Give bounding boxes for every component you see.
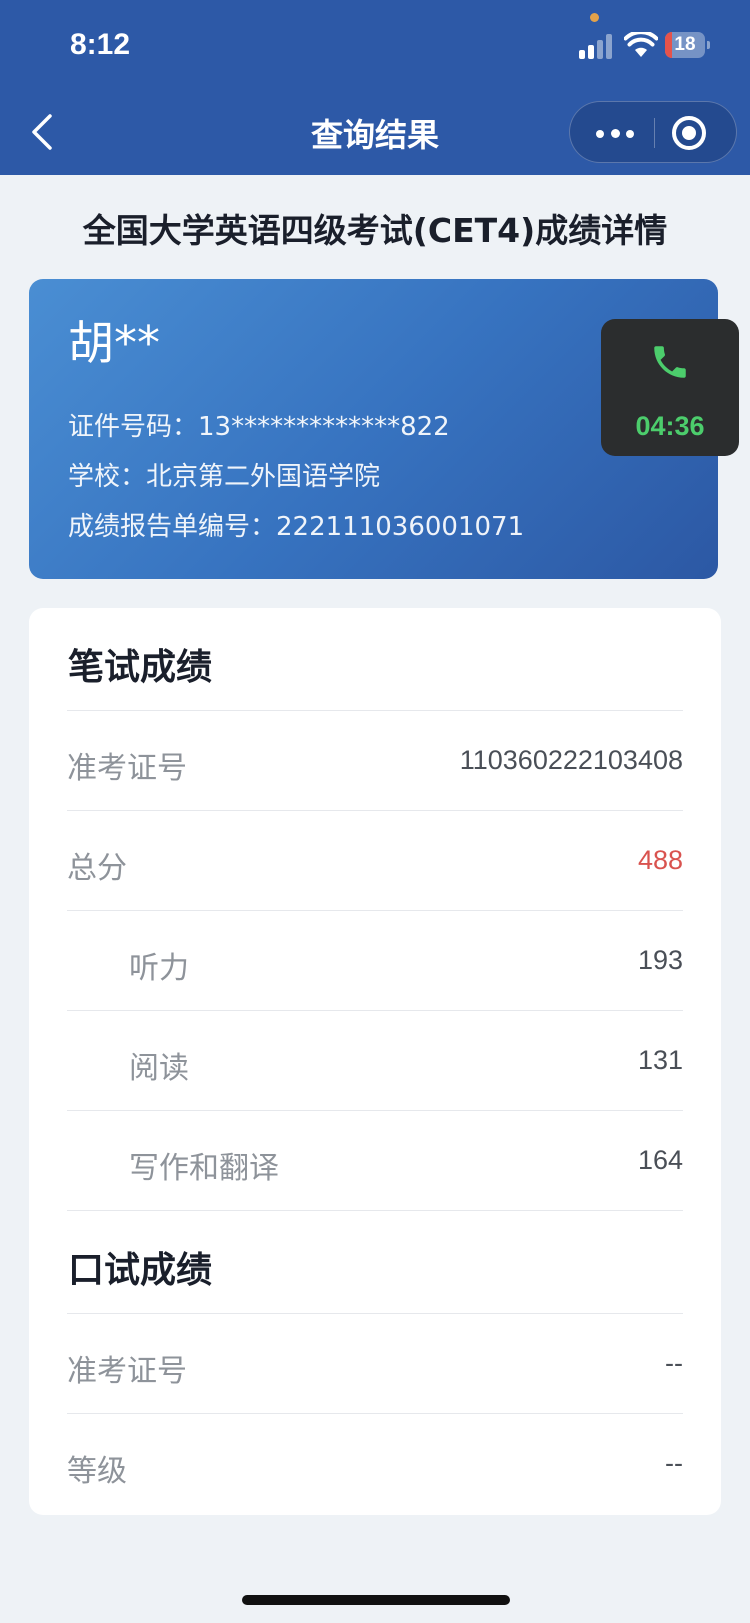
written-row-admission-number: 准考证号 110360222103408 — [67, 710, 683, 810]
candidate-school: 学校：北京第二外国语学院 — [68, 462, 381, 492]
row-label: 总分 — [67, 851, 127, 886]
phone-icon — [654, 346, 686, 378]
oral-row-admission-number: 准考证号 -- — [67, 1313, 683, 1413]
row-value: -- — [665, 1448, 683, 1478]
page-heading: 全国大学英语四级考试(CET4)成绩详情 — [82, 211, 668, 250]
row-value: 164 — [637, 1145, 683, 1175]
row-label: 准考证号 — [67, 1354, 187, 1389]
total-score-value: 488 — [637, 845, 683, 875]
mini-program-capsule — [569, 101, 737, 163]
oral-section-title: 口试成绩 — [68, 1250, 213, 1291]
wifi-icon — [624, 32, 658, 57]
written-row-listening: 听力 193 — [67, 910, 683, 1010]
candidate-name: 胡** — [68, 316, 160, 370]
call-floating-widget[interactable]: 04:36 — [601, 319, 739, 456]
target-circle-icon[interactable] — [672, 116, 706, 150]
more-dots-icon[interactable] — [592, 118, 638, 148]
section-divider — [67, 1210, 683, 1211]
signal-icon — [579, 33, 615, 59]
battery-level: 18 — [674, 34, 696, 55]
report-number: 成绩报告单编号：222111036001071 — [68, 512, 525, 542]
row-label: 写作和翻译 — [129, 1151, 279, 1186]
home-indicator — [242, 1595, 510, 1605]
oral-row-grade: 等级 -- — [67, 1413, 683, 1513]
battery-icon: 18 — [665, 32, 710, 58]
top-bar: 8:12 18 查询结果 — [0, 0, 750, 175]
row-value: 131 — [637, 1045, 683, 1075]
written-row-total-score: 总分 488 — [67, 810, 683, 910]
written-row-writing-translation: 写作和翻译 164 — [67, 1110, 683, 1210]
row-value: -- — [665, 1348, 683, 1378]
call-timer: 04:36 — [635, 411, 705, 441]
privacy-indicator-dot — [590, 13, 599, 22]
capsule-divider — [654, 118, 655, 148]
written-section-title: 笔试成绩 — [68, 647, 213, 688]
written-row-reading: 阅读 131 — [67, 1010, 683, 1110]
status-time: 8:12 — [70, 28, 131, 61]
row-label: 准考证号 — [67, 751, 187, 786]
row-label: 阅读 — [129, 1051, 189, 1086]
score-card: 笔试成绩 准考证号 110360222103408 总分 488 听力 193 … — [29, 608, 721, 1515]
candidate-id-number: 证件号码：13*************822 — [68, 412, 450, 442]
row-value: 193 — [637, 945, 683, 975]
row-value: 110360222103408 — [459, 745, 683, 775]
row-label: 等级 — [67, 1454, 127, 1489]
row-label: 听力 — [129, 951, 189, 986]
